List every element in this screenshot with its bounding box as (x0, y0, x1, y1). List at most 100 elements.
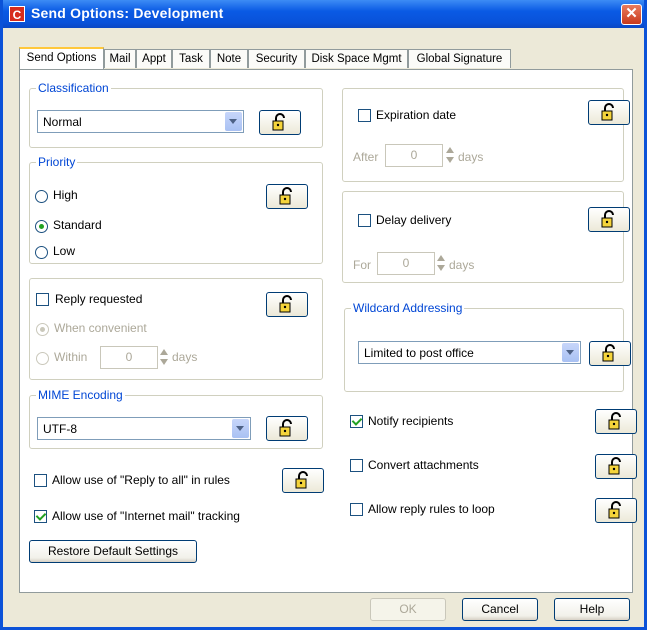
reply-days-unit: days (172, 350, 198, 364)
ok-button[interactable]: OK (370, 598, 446, 621)
chevron-down-icon[interactable] (562, 343, 579, 362)
delay-days-input[interactable]: 0 (377, 252, 435, 275)
classification-group: Classification Normal (29, 81, 323, 148)
allow-internet-tracking-label: Allow use of "Internet mail" tracking (52, 509, 240, 523)
delay-delivery-checkbox[interactable] (358, 214, 371, 227)
tab-mail[interactable]: Mail (104, 49, 136, 68)
classification-select[interactable]: Normal (37, 110, 244, 133)
chevron-down-icon[interactable] (232, 419, 249, 438)
restore-defaults-button[interactable]: Restore Default Settings (29, 540, 197, 563)
expiration-date-checkbox[interactable] (358, 109, 371, 122)
priority-lock-button[interactable] (266, 184, 308, 209)
unlock-icon (608, 501, 621, 519)
reply-days-input[interactable]: 0 (100, 346, 158, 369)
delay-days-spinner[interactable] (436, 252, 447, 275)
expiration-after-label: After (353, 150, 379, 164)
notify-recipients-label: Notify recipients (368, 414, 454, 428)
convert-attachments-label: Convert attachments (368, 458, 479, 472)
reply-requested-label: Reply requested (55, 292, 143, 306)
classification-value: Normal (43, 115, 82, 129)
send-options-panel: Classification Normal Priority High Stan… (19, 69, 637, 593)
classification-legend: Classification (36, 81, 111, 95)
priority-high-radio[interactable] (35, 190, 48, 203)
wildcard-addressing-group: Wildcard Addressing Limited to post offi… (344, 301, 631, 392)
allow-reply-all-lock-button[interactable] (282, 468, 324, 493)
within-radio[interactable] (36, 352, 49, 365)
expiration-date-label: Expiration date (376, 108, 457, 122)
unlock-icon (279, 295, 292, 313)
notify-recipients-checkbox[interactable] (350, 415, 363, 428)
mime-encoding-select[interactable]: UTF-8 (37, 417, 251, 440)
allow-reply-all-label: Allow use of "Reply to all" in rules (52, 473, 230, 487)
expiration-days-spinner[interactable] (445, 144, 456, 167)
reply-requested-checkbox[interactable] (36, 293, 49, 306)
tab-task[interactable]: Task (172, 49, 210, 68)
convert-attachments-checkbox[interactable] (350, 459, 363, 472)
spin-up-icon[interactable] (437, 255, 445, 261)
tab-global-signature[interactable]: Global Signature (408, 49, 511, 68)
reply-lock-button[interactable] (266, 292, 308, 317)
priority-legend: Priority (36, 155, 78, 169)
delay-lock-button[interactable] (588, 207, 630, 232)
help-button[interactable]: Help (554, 598, 630, 621)
priority-high-label: High (53, 188, 78, 202)
tab-note[interactable]: Note (210, 49, 248, 68)
expiration-lock-button[interactable] (588, 100, 630, 125)
allow-internet-tracking-checkbox[interactable] (34, 510, 47, 523)
chevron-down-icon[interactable] (225, 112, 242, 131)
wildcard-lock-button[interactable] (589, 341, 631, 366)
wildcard-addressing-value: Limited to post office (364, 346, 474, 360)
wildcard-addressing-select[interactable]: Limited to post office (358, 341, 581, 364)
priority-standard-label: Standard (53, 218, 102, 232)
expiration-group: Expiration date After 0 days (342, 88, 630, 182)
tab-send-options[interactable]: Send Options (19, 47, 104, 69)
spin-up-icon[interactable] (446, 147, 454, 153)
close-icon[interactable]: ✕ (621, 4, 642, 25)
mime-encoding-value: UTF-8 (43, 422, 77, 436)
reply-group: Reply requested When convenient Within 0… (29, 278, 323, 380)
when-convenient-label: When convenient (54, 321, 147, 335)
expiration-days-input[interactable]: 0 (385, 144, 443, 167)
mime-lock-button[interactable] (266, 416, 308, 441)
spin-down-icon[interactable] (446, 157, 454, 163)
convert-lock-button[interactable] (595, 454, 637, 479)
tab-security[interactable]: Security (248, 49, 305, 68)
unlock-icon (608, 457, 621, 475)
unlock-icon (279, 419, 292, 437)
spin-up-icon[interactable] (160, 349, 168, 355)
mime-encoding-group: MIME Encoding UTF-8 (29, 388, 323, 449)
unlock-icon (272, 113, 285, 131)
loop-lock-button[interactable] (595, 498, 637, 523)
unlock-icon (601, 210, 614, 228)
classification-lock-button[interactable] (259, 110, 301, 135)
delay-for-label: For (353, 258, 371, 272)
title-bar[interactable]: C Send Options: Development ✕ (3, 0, 644, 28)
unlock-icon (602, 344, 615, 362)
tab-appt[interactable]: Appt (136, 49, 172, 68)
delay-days-unit: days (449, 258, 475, 272)
allow-reply-loop-label: Allow reply rules to loop (368, 502, 495, 516)
unlock-icon (601, 103, 614, 121)
mime-encoding-legend: MIME Encoding (36, 388, 125, 402)
window-title: Send Options: Development (31, 5, 224, 21)
cancel-button[interactable]: Cancel (462, 598, 538, 621)
priority-low-radio[interactable] (35, 246, 48, 259)
unlock-icon (608, 412, 621, 430)
when-convenient-radio[interactable] (36, 323, 49, 336)
priority-low-label: Low (53, 244, 76, 258)
allow-reply-loop-checkbox[interactable] (350, 503, 363, 516)
tab-disk-space-mgmt[interactable]: Disk Space Mgmt (305, 49, 408, 68)
spin-down-icon[interactable] (437, 265, 445, 271)
wildcard-addressing-legend: Wildcard Addressing (351, 301, 465, 315)
reply-days-spinner[interactable] (159, 346, 170, 369)
within-label: Within (54, 350, 88, 364)
allow-reply-all-checkbox[interactable] (34, 474, 47, 487)
notify-lock-button[interactable] (595, 409, 637, 434)
unlock-icon (279, 187, 292, 205)
delay-delivery-group: Delay delivery For 0 days (342, 191, 630, 283)
priority-standard-radio[interactable] (35, 220, 48, 233)
expiration-days-unit: days (458, 150, 484, 164)
spin-down-icon[interactable] (160, 359, 168, 365)
app-icon: C (9, 6, 25, 22)
delay-delivery-label: Delay delivery (376, 213, 452, 227)
